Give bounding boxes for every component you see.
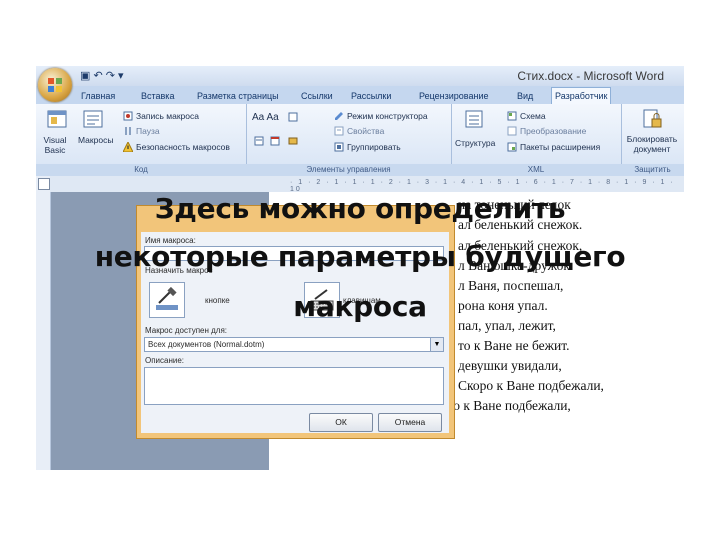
- group-code: Visual Basic Макросы Запись макроса Пауз…: [36, 104, 247, 176]
- caption-line-2: некоторые параметры будущего: [94, 240, 626, 273]
- group-protect-label: Защитить: [621, 164, 684, 176]
- cancel-button[interactable]: Отмена: [378, 413, 442, 432]
- expansion-packs-button[interactable]: Пакеты расширения: [520, 142, 600, 152]
- record-macro-button[interactable]: Запись макроса: [136, 111, 199, 121]
- structure-icon: [465, 110, 483, 128]
- quick-access-toolbar[interactable]: ▣ ↶ ↷ ▾: [80, 69, 124, 82]
- horizontal-ruler: · 1 · 2 · 1 · 1 · 1 · 2 · 1 · 3 · 1 · 4 …: [50, 176, 684, 193]
- group-icon: [334, 142, 344, 152]
- warning-icon: [123, 142, 133, 152]
- tab-developer[interactable]: Разработчик: [551, 87, 612, 105]
- ribbon: Visual Basic Макросы Запись макроса Пауз…: [36, 104, 684, 177]
- group-xml-label: XML: [451, 164, 621, 176]
- group-button[interactable]: Группировать: [347, 142, 401, 152]
- office-button[interactable]: [38, 68, 72, 102]
- doc-line: девушки увидали,: [458, 358, 562, 373]
- properties-icon: [334, 126, 344, 136]
- caption-line-3: макроса: [293, 290, 427, 323]
- doc-line: Скоро к Ване подбежали,: [458, 378, 604, 393]
- structure-button[interactable]: Структура: [455, 138, 495, 148]
- tab-view[interactable]: Вид: [514, 88, 536, 104]
- group-xml: Структура Схема Преобразование Пакеты ра…: [451, 104, 622, 176]
- schema-icon: [507, 111, 517, 121]
- ribbon-tabs: Главная Вставка Разметка страницы Ссылки…: [36, 86, 684, 105]
- date-control-icon[interactable]: [270, 136, 280, 146]
- tab-home[interactable]: Главная: [78, 88, 118, 104]
- store-macro-select[interactable]: Всех документов (Normal.dotm) ▼: [144, 337, 444, 352]
- design-mode-icon: [335, 112, 343, 120]
- ruler-ticks: · 1 · 2 · 1 · 1 · 1 · 2 · 1 · 3 · 1 · 4 …: [290, 179, 675, 193]
- tab-insert[interactable]: Вставка: [138, 88, 177, 104]
- macros-icon: [83, 110, 103, 128]
- visual-basic-button[interactable]: Visual Basic: [40, 135, 70, 155]
- tab-mailings[interactable]: Рассылки: [348, 88, 394, 104]
- expansion-packs-icon: [507, 142, 517, 152]
- macro-security-button[interactable]: Безопасность макросов: [136, 142, 230, 152]
- office-logo-icon: [48, 78, 62, 92]
- rich-text-control[interactable]: Aa Aa: [252, 112, 279, 123]
- lock-document-icon: [643, 109, 662, 128]
- store-macro-value: Всех документов (Normal.dotm): [148, 340, 265, 349]
- ruler-tab-selector[interactable]: [38, 178, 50, 190]
- transform-icon: [507, 126, 517, 136]
- group-controls-label: Элементы управления: [246, 164, 451, 176]
- store-macro-label: Макрос доступен для:: [145, 326, 228, 335]
- pause-button[interactable]: Пауза: [136, 126, 160, 136]
- tab-review[interactable]: Рецензирование: [416, 88, 492, 104]
- description-input[interactable]: [144, 367, 444, 405]
- group-controls: Aa Aa Режим конструктора Свойства Группи…: [246, 104, 452, 176]
- transform-button[interactable]: Преобразование: [520, 126, 586, 136]
- tab-references[interactable]: Ссылки: [298, 88, 336, 104]
- group-protect: Блокировать документ Защитить: [621, 104, 684, 176]
- visual-basic-icon: [47, 110, 67, 128]
- group-code-label: Код: [36, 164, 246, 176]
- block-document-button[interactable]: Блокировать документ: [623, 134, 681, 154]
- legacy-tools-icon[interactable]: [288, 136, 298, 146]
- record-macro-icon: [123, 111, 133, 121]
- doc-line: то к Ване не бежит.: [458, 338, 570, 353]
- chevron-down-icon[interactable]: ▼: [430, 338, 443, 351]
- ok-button[interactable]: ОК: [309, 413, 373, 432]
- design-mode-button[interactable]: Режим конструктора: [347, 111, 428, 121]
- caption-line-1: Здесь можно определить: [154, 192, 566, 225]
- schema-button[interactable]: Схема: [520, 111, 546, 121]
- tab-page-layout[interactable]: Разметка страницы: [194, 88, 282, 104]
- window-title: Стих.docx - Microsoft Word: [517, 69, 664, 83]
- pause-icon: [125, 127, 131, 135]
- properties-button[interactable]: Свойства: [347, 126, 384, 136]
- list-control-icon[interactable]: [254, 136, 264, 146]
- macros-button[interactable]: Макросы: [78, 135, 113, 145]
- description-label: Описание:: [145, 356, 185, 365]
- picture-control-icon[interactable]: [288, 112, 298, 122]
- title-bar: ▣ ↶ ↷ ▾ Стих.docx - Microsoft Word: [36, 66, 684, 86]
